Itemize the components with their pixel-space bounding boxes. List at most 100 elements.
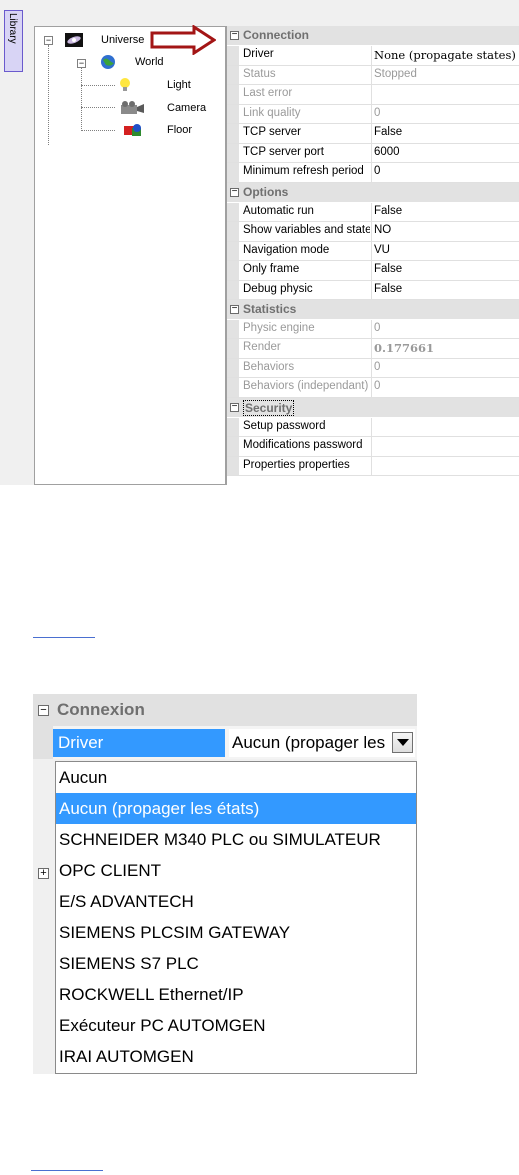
driver-option[interactable]: Aucun [56, 762, 416, 793]
collapse-icon[interactable]: − [230, 304, 239, 314]
property-row-behaviors-independant[interactable]: Behaviors (independant) 0 [227, 378, 519, 398]
property-value[interactable]: False [374, 205, 519, 217]
driver-label: Driver [58, 733, 104, 752]
property-value[interactable]: False [374, 263, 519, 275]
property-row-modifications-password[interactable]: Modifications password [227, 437, 519, 457]
collapse-icon[interactable]: − [230, 30, 239, 40]
link-underline[interactable] [33, 637, 95, 638]
property-name: Automatic run [243, 204, 314, 217]
pointer-arrow-icon [150, 25, 216, 55]
tree-connector [81, 130, 115, 131]
property-value[interactable]: VU [374, 244, 519, 256]
property-value: 0 [374, 380, 381, 392]
property-name: Minimum refresh period [243, 165, 364, 177]
tree-connector [48, 45, 49, 145]
property-value[interactable]: False [374, 283, 519, 295]
property-row-driver[interactable]: Driver None (propagate states) [227, 46, 519, 66]
tree-node-label: World [135, 56, 164, 68]
property-row-only-frame[interactable]: Only frame False [227, 261, 519, 281]
property-value: Stopped [374, 67, 417, 80]
driver-option[interactable]: IRAI AUTOMGEN [56, 1041, 416, 1072]
category-label: Connexion [57, 700, 145, 719]
property-row-tcp-server[interactable]: TCP server False [227, 124, 519, 144]
category-statistics[interactable]: − Statistics [227, 300, 519, 319]
property-row-show-variables[interactable]: Show variables and states NO [227, 222, 519, 242]
tree-node-label: Universe [101, 34, 145, 46]
tree-connector [81, 85, 115, 86]
property-name: Status [243, 67, 276, 80]
driver-options-list[interactable]: Aucun Aucun (propager les états) SCHNEID… [55, 761, 417, 1074]
property-value[interactable]: False [374, 126, 519, 138]
property-row-automatic-run[interactable]: Automatic run False [227, 202, 519, 222]
driver-option-selected[interactable]: Aucun (propager les états) [56, 793, 416, 824]
property-name: Last error [243, 87, 293, 99]
property-row-render[interactable]: Render 0.177661 [227, 339, 519, 359]
property-name: Behaviors [243, 360, 295, 373]
driver-option[interactable]: Exécuteur PC AUTOMGEN [56, 1010, 416, 1041]
tree-node-world[interactable]: World [99, 54, 199, 70]
property-name: Show variables and states [243, 224, 370, 236]
property-name: Modifications password [243, 439, 363, 451]
collapse-icon[interactable]: − [230, 187, 239, 197]
driver-option[interactable]: SIEMENS PLCSIM GATEWAY [56, 917, 416, 948]
galaxy-icon [65, 33, 83, 47]
property-value[interactable]: 6000 [374, 146, 519, 158]
property-value[interactable]: 0 [374, 165, 519, 177]
globe-icon [101, 55, 115, 69]
category-options[interactable]: − Options [227, 183, 519, 202]
category-connection[interactable]: − Connection [227, 26, 519, 45]
world-expander[interactable]: − [77, 59, 86, 68]
driver-option[interactable]: SCHNEIDER M340 PLC ou SIMULATEUR [56, 824, 416, 855]
property-row-debug-physic[interactable]: Debug physic False [227, 280, 519, 300]
driver-option[interactable]: ROCKWELL Ethernet/IP [56, 979, 416, 1010]
tree-node-floor[interactable]: Floor [115, 122, 215, 138]
property-row-driver[interactable]: Driver Aucun (propager les états) [33, 726, 417, 759]
property-row-last-error[interactable]: Last error [227, 85, 519, 105]
property-row-min-refresh-period[interactable]: Minimum refresh period 0 [227, 163, 519, 183]
collapse-icon[interactable]: − [38, 705, 49, 716]
light-bulb-icon [120, 78, 130, 91]
property-name: Driver [243, 48, 274, 60]
grid-gutter: + [33, 761, 53, 1074]
scene-tree: − Universe − World Light Camera Floor [34, 26, 226, 485]
expand-icon[interactable]: + [38, 868, 49, 879]
category-connexion[interactable]: − Connexion [33, 694, 417, 726]
property-row-behaviors[interactable]: Behaviors 0 [227, 358, 519, 378]
category-label: Statistics [243, 302, 297, 316]
tree-node-camera[interactable]: Camera [115, 100, 215, 116]
property-row-status[interactable]: Status Stopped [227, 65, 519, 85]
property-name: Navigation mode [243, 243, 330, 256]
property-name: Physic engine [243, 321, 315, 334]
property-value[interactable]: None (propagate states) [374, 48, 519, 62]
driver-option[interactable]: E/S ADVANTECH [56, 886, 416, 917]
driver-option[interactable]: OPC CLIENT [56, 855, 416, 886]
property-row-setup-password[interactable]: Setup password [227, 417, 519, 437]
library-tab-label: Library [7, 13, 18, 44]
property-name: Behaviors (independant) [243, 380, 369, 392]
property-name: Setup password [243, 419, 326, 432]
property-row-tcp-server-port[interactable]: TCP server port 6000 [227, 143, 519, 163]
scene-properties-screenshot: Library − Universe − World Light Camera … [0, 0, 519, 485]
property-value: 0 [374, 321, 381, 334]
property-row-navigation-mode[interactable]: Navigation mode VU [227, 241, 519, 261]
tree-node-light[interactable]: Light [115, 77, 215, 93]
property-name: Link quality [243, 106, 301, 119]
link-underline[interactable] [31, 1170, 103, 1171]
property-row-link-quality[interactable]: Link quality 0 [227, 104, 519, 124]
property-name: Debug physic [243, 282, 313, 295]
property-value: 0 [374, 360, 381, 373]
driver-option[interactable]: SIEMENS S7 PLC [56, 948, 416, 979]
driver-combobox[interactable]: Aucun (propager les états) [229, 729, 415, 757]
dropdown-arrow-icon[interactable] [392, 732, 413, 753]
camera-icon [121, 101, 144, 114]
property-value[interactable]: NO [374, 224, 519, 236]
library-tab[interactable]: Library [4, 10, 23, 72]
collapse-icon[interactable]: − [230, 402, 239, 412]
property-row-properties-properties[interactable]: Properties properties [227, 456, 519, 476]
property-row-physic-engine[interactable]: Physic engine 0 [227, 319, 519, 339]
universe-expander[interactable]: − [44, 36, 53, 45]
property-name: Only frame [243, 263, 300, 275]
category-security[interactable]: − Security [227, 398, 519, 417]
property-name: Properties properties [243, 458, 350, 471]
tree-connector [81, 107, 115, 108]
